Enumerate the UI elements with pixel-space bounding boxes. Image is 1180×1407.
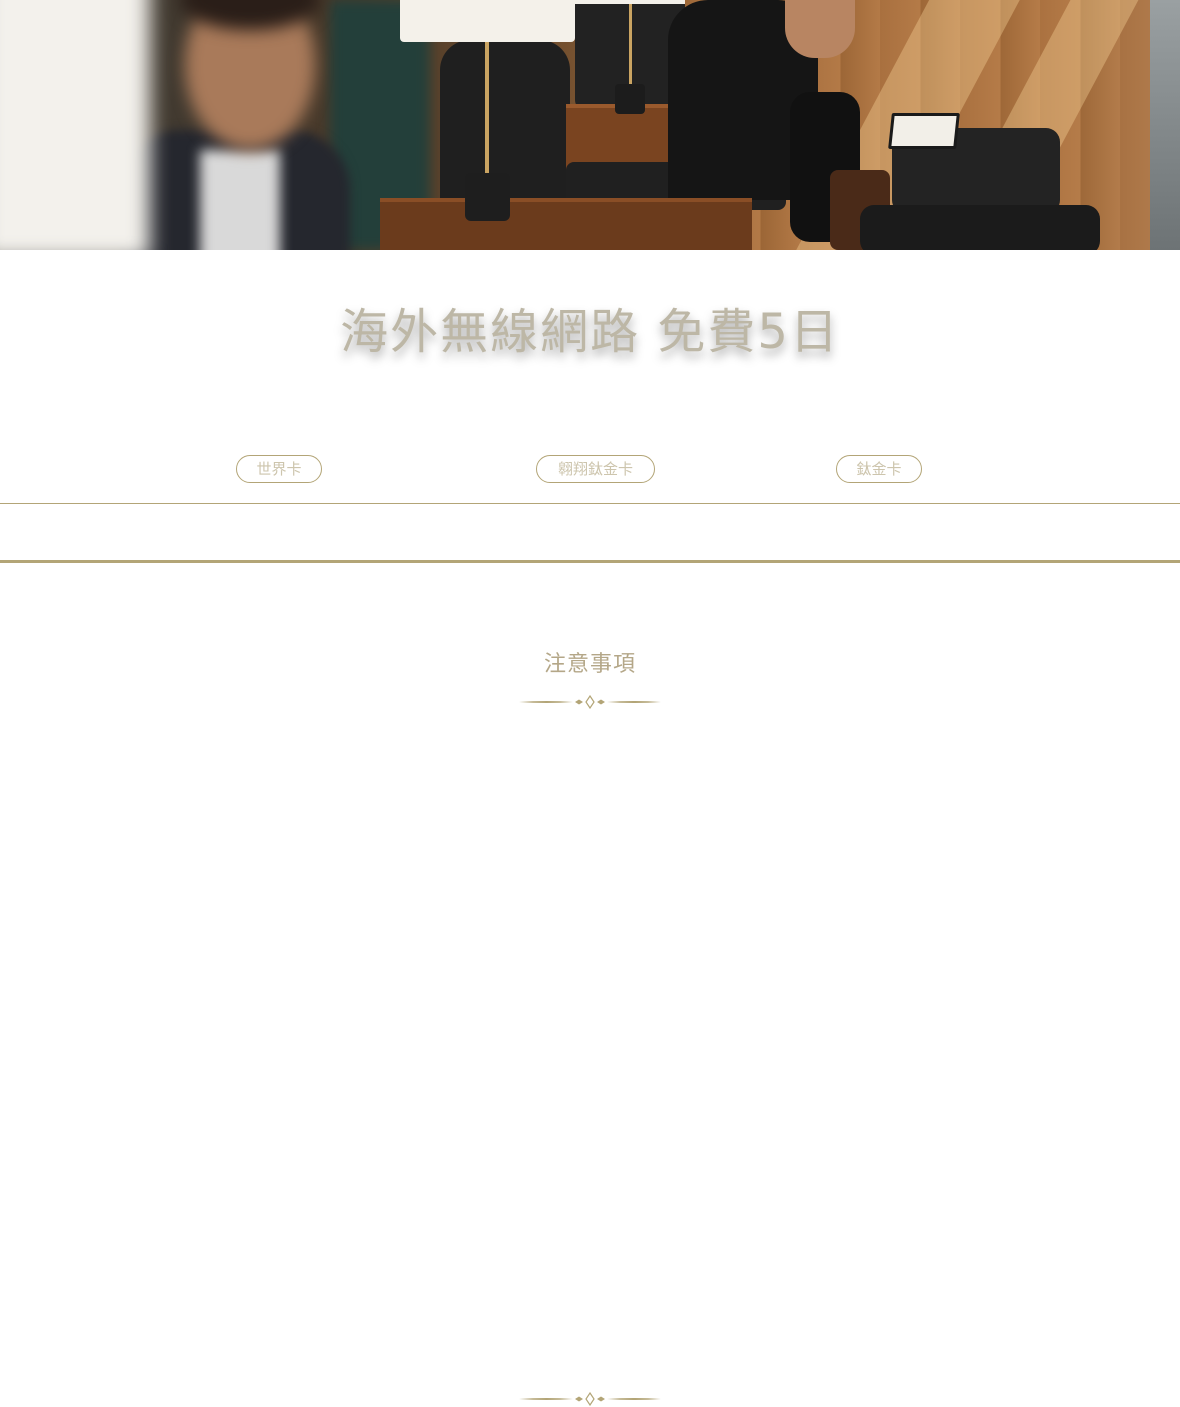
- promo-title: 海外無線網路 免費5日: [340, 304, 840, 360]
- tab-soaring-titanium-card[interactable]: 翱翔鈦金卡: [536, 455, 655, 483]
- card-tabs: 世界卡 翱翔鈦金卡 鈦金卡: [0, 455, 1180, 483]
- notes-title: 注意事項: [543, 652, 636, 677]
- divider-ornament-icon: [519, 695, 661, 709]
- section-divider: [0, 560, 1180, 563]
- tabs-divider: [0, 503, 1180, 504]
- hero-image: [0, 0, 1180, 250]
- tab-titanium-card[interactable]: 鈦金卡: [836, 455, 922, 483]
- divider-ornament-icon: [519, 1392, 661, 1406]
- page: 海外無線網路 免費5日 世界卡 翱翔鈦金卡 鈦金卡 注意事項: [0, 0, 1180, 1407]
- tab-world-card[interactable]: 世界卡: [236, 455, 322, 483]
